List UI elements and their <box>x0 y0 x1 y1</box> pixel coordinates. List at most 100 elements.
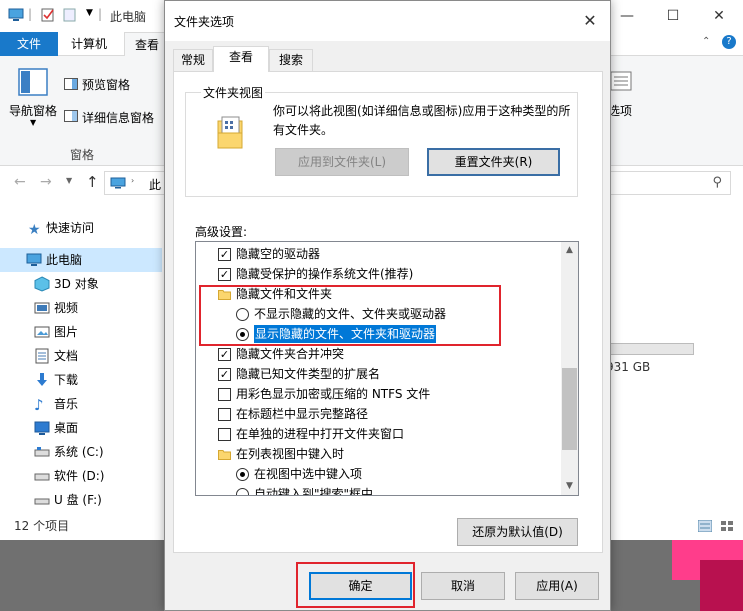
folder-view-legend: 文件夹视图 <box>201 84 266 101</box>
sidebar-item-documents[interactable]: 文档 <box>0 344 162 368</box>
apply-button[interactable]: 应用(A) <box>515 572 599 600</box>
sidebar-item-quick-access[interactable]: ★ 快速访问 <box>0 216 162 240</box>
recent-locations-icon[interactable]: ▼ <box>66 176 72 185</box>
search-icon: ⚲ <box>712 175 722 190</box>
apply-to-folders-button[interactable]: 应用到文件夹(L) <box>275 148 409 176</box>
setting-separate-process[interactable]: 在单独的进程中打开文件夹窗口 <box>196 424 562 444</box>
restore-defaults-button[interactable]: 还原为默认值(D) <box>457 518 578 546</box>
new-folder-icon[interactable] <box>62 8 78 22</box>
cube-icon <box>34 276 50 292</box>
checkbox-checked[interactable]: ✓ <box>218 248 231 261</box>
back-arrow-icon[interactable]: ← <box>14 174 26 190</box>
tab-file[interactable]: 文件 <box>0 32 58 56</box>
tab-general[interactable]: 常规 <box>173 49 213 71</box>
nav-pane-button[interactable]: 导航窗格 <box>9 102 57 119</box>
music-icon: ♪ <box>34 396 44 414</box>
setting-hide-empty-drives[interactable]: ✓ 隐藏空的驱动器 <box>196 244 562 264</box>
scrollbar-thumb[interactable] <box>562 368 577 450</box>
checkbox-unchecked[interactable] <box>218 408 231 421</box>
advanced-settings-label: 高级设置: <box>195 225 248 239</box>
drive-size-text: 931 GB <box>606 360 651 374</box>
highlight-annotation <box>199 285 501 346</box>
ribbon-collapse-icon[interactable]: ⌃ <box>702 36 710 47</box>
settings-scrollbar[interactable]: ▲ ▼ <box>561 242 578 495</box>
setting-typing-list-view: 在列表视图中键入时 <box>196 444 562 464</box>
setting-color-ntfs[interactable]: 用彩色显示加密或压缩的 NTFS 文件 <box>196 384 562 404</box>
video-icon <box>34 302 50 314</box>
drive-icon <box>34 473 50 481</box>
dialog-title: 文件夹选项 <box>174 15 235 29</box>
setting-hide-protected-os-files[interactable]: ✓ 隐藏受保护的操作系统文件(推荐) <box>196 264 562 284</box>
sidebar-item-desktop[interactable]: 桌面 <box>0 416 162 440</box>
checkbox-unchecked[interactable] <box>218 388 231 401</box>
folder-view-description: 你可以将此视图(如详细信息或图标)应用于这种类型的所有文件夹。 <box>273 104 571 137</box>
sidebar-item-this-pc[interactable]: 此电脑 <box>0 248 162 272</box>
desktop-icon <box>34 421 50 435</box>
checkbox-checked[interactable]: ✓ <box>218 368 231 381</box>
sidebar-item-drive-d[interactable]: 软件 (D:) <box>0 464 162 488</box>
radio-selected[interactable] <box>236 468 249 481</box>
properties-icon[interactable] <box>40 8 56 22</box>
window-title: 此电脑 <box>110 10 147 24</box>
forward-arrow-icon[interactable]: → <box>40 174 52 190</box>
nav-pane-dropdown-icon[interactable]: ▼ <box>30 118 36 127</box>
sidebar-item-3d-objects[interactable]: 3D 对象 <box>0 272 162 296</box>
close-window-icon[interactable]: ✕ <box>696 0 742 32</box>
highlight-annotation <box>296 562 415 608</box>
document-icon <box>35 348 49 364</box>
drive-icon <box>34 447 50 457</box>
sidebar-item-pictures[interactable]: 图片 <box>0 320 162 344</box>
up-arrow-icon[interactable]: ↑ <box>86 173 99 191</box>
reset-folders-button[interactable]: 重置文件夹(R) <box>427 148 560 176</box>
advanced-settings-list[interactable]: ✓ 隐藏空的驱动器 ✓ 隐藏受保护的操作系统文件(推荐) 隐藏文件和文件夹 不显… <box>195 241 579 496</box>
tab-computer[interactable]: 计算机 <box>60 32 118 56</box>
address-input[interactable]: › 此 <box>104 171 164 195</box>
scroll-up-icon[interactable]: ▲ <box>561 242 578 259</box>
sidebar-item-videos[interactable]: 视频 <box>0 296 162 320</box>
setting-hide-extensions[interactable]: ✓ 隐藏已知文件类型的扩展名 <box>196 364 562 384</box>
folder-icon <box>218 450 231 460</box>
cancel-button[interactable]: 取消 <box>421 572 505 600</box>
tab-view-settings[interactable]: 查看 <box>213 46 269 72</box>
folder-view-icon <box>217 116 243 149</box>
quick-access-dropdown-icon[interactable]: ▼ <box>86 8 93 18</box>
scroll-down-icon[interactable]: ▼ <box>561 478 578 495</box>
usb-drive-icon <box>34 498 50 505</box>
ribbon-group-label: 窗格 <box>70 148 95 162</box>
tab-search[interactable]: 搜索 <box>269 49 313 71</box>
sidebar-item-drive-c[interactable]: 系统 (C:) <box>0 440 162 464</box>
options-button-label[interactable]: 选项 <box>608 102 632 119</box>
sidebar-item-downloads[interactable]: 下载 <box>0 368 162 392</box>
options-icon[interactable] <box>610 70 632 92</box>
setting-full-path-title[interactable]: 在标题栏中显示完整路径 <box>196 404 562 424</box>
sidebar-item-drive-f[interactable]: U 盘 (F:) <box>0 488 162 512</box>
radio-unselected[interactable] <box>236 488 249 495</box>
maximize-icon[interactable]: ☐ <box>650 0 696 32</box>
details-view-icon[interactable] <box>698 520 712 532</box>
download-icon <box>37 373 47 386</box>
search-input[interactable]: ⚲ <box>611 171 731 195</box>
wallpaper-shape <box>700 560 743 611</box>
checkbox-checked[interactable]: ✓ <box>218 348 231 361</box>
computer-icon <box>110 177 126 189</box>
close-icon[interactable]: ✕ <box>578 9 602 33</box>
preview-pane-button[interactable]: 预览窗格 <box>82 76 130 93</box>
checkbox-checked[interactable]: ✓ <box>218 268 231 281</box>
nav-pane-icon[interactable] <box>18 68 48 98</box>
help-icon[interactable]: ? <box>722 35 736 49</box>
dialog-titlebar: 文件夹选项 ✕ <box>165 1 610 41</box>
setting-select-typed-item[interactable]: 在视图中选中键入项 <box>196 464 562 484</box>
checkbox-unchecked[interactable] <box>218 428 231 441</box>
details-pane-button[interactable]: 详细信息窗格 <box>82 109 154 126</box>
large-icons-view-icon[interactable] <box>720 520 734 532</box>
star-icon: ★ <box>28 222 41 238</box>
setting-type-into-search[interactable]: 自动键入到"搜索"框中 <box>196 484 562 495</box>
picture-icon <box>34 326 50 338</box>
preview-pane-icon <box>64 78 78 90</box>
sidebar-item-music[interactable]: ♪ 音乐 <box>0 392 162 416</box>
computer-icon <box>26 253 42 266</box>
setting-hide-merge-conflicts[interactable]: ✓ 隐藏文件夹合并冲突 <box>196 344 562 364</box>
item-count: 12 个项目 <box>14 519 70 533</box>
drive-capacity-bar <box>606 343 694 355</box>
computer-icon <box>8 8 24 21</box>
